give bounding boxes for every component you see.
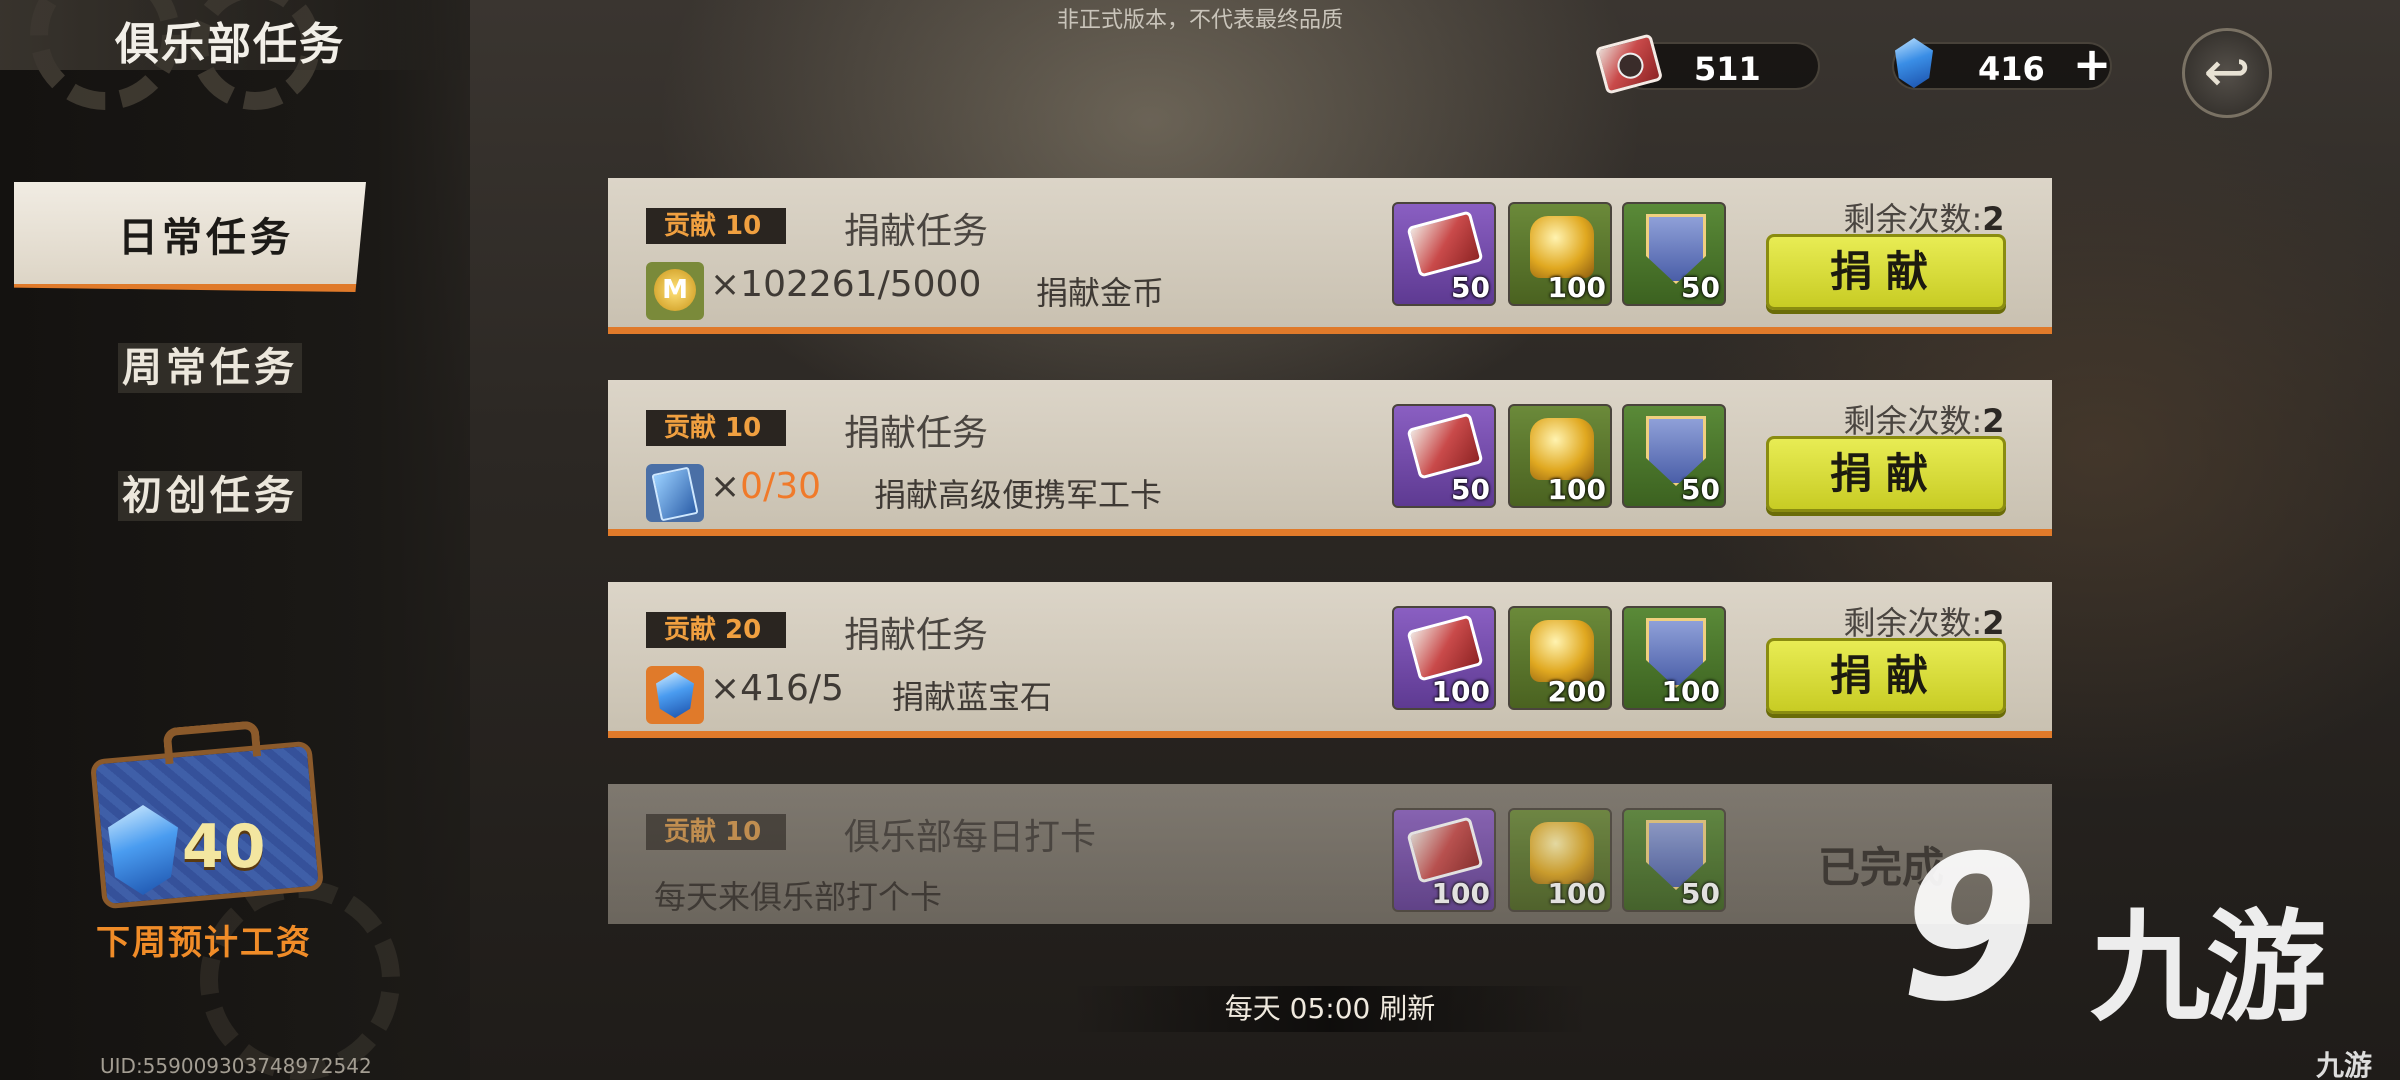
contribution-badge: 贡献 10 [646,410,786,446]
multiply-sign: × [710,264,741,305]
remaining-label: 剩余次数: [1843,604,1983,642]
gem-count: 416 [1978,50,2045,88]
page-title: 俱乐部任务 [115,19,345,70]
remaining-value: 2 [1982,604,2005,642]
task-card: 贡献 20 捐献任务 ×416/5 捐献蓝宝石 100 200 100 剩余次数… [608,582,2052,738]
watermark-small-text: 九游 [2316,1049,2373,1080]
task-card-completed: 贡献 10 俱乐部每日打卡 每天来俱乐部打个卡 100 100 50 已完成 [608,784,2052,924]
reward-amount: 50 [1681,271,1720,304]
reward-badge[interactable]: 50 [1622,808,1726,912]
reward-fist[interactable]: 100 [1508,808,1612,912]
task-name: 捐献任务 [844,615,989,656]
reward-fist[interactable]: 100 [1508,202,1612,306]
reward-badge[interactable]: 50 [1622,202,1726,306]
task-card: 贡献 10 捐献任务 ×0/30 捐献高级便携军工卡 50 100 50 剩余次… [608,380,2052,536]
reward-ticket[interactable]: 100 [1392,808,1496,912]
reward-amount: 100 [1431,675,1490,708]
ticket-icon [1406,816,1484,884]
reward-amount: 100 [1661,675,1720,708]
reward-badge[interactable]: 100 [1622,606,1726,710]
requirement-value: 416/5 [740,668,844,709]
ticket-icon [1406,210,1484,278]
golden-fist-icon [1530,822,1594,884]
task-name: 俱乐部每日打卡 [844,817,1097,858]
ticket-icon [1406,412,1484,480]
reward-amount: 100 [1547,271,1606,304]
reward-ticket[interactable]: 50 [1392,404,1496,508]
contribution-badge: 贡献 10 [646,208,786,244]
tab-initial[interactable]: 初创任务 [0,446,360,546]
reward-amount: 50 [1451,473,1490,506]
task-name: 捐献任务 [844,413,989,454]
salary-label: 下周预计工资 [96,923,312,963]
back-button[interactable]: ↩ [2182,28,2272,118]
reward-amount: 50 [1681,473,1720,506]
watermark-logo-icon: 9 [1879,813,2060,1046]
tab-weekly[interactable]: 周常任务 [0,318,360,418]
add-gems-button[interactable]: + [2070,41,2114,88]
ticket-icon [1406,614,1484,682]
golden-fist-icon [1530,620,1594,682]
gold-coin-icon [646,262,704,320]
reward-amount: 100 [1431,877,1490,910]
requirement-value: 102261/5000 [740,264,982,305]
remaining-value: 2 [1982,200,2005,238]
task-name: 捐献任务 [844,211,989,252]
build-notice: 非正式版本，不代表最终品质 [1056,8,1343,33]
watermark: 9 九游 [1880,813,2370,1060]
golden-fist-icon [1530,418,1594,480]
reward-fist[interactable]: 100 [1508,404,1612,508]
contribution-badge: 贡献 20 [646,612,786,648]
ticket-count: 511 [1694,50,1761,88]
reward-ticket[interactable]: 100 [1392,606,1496,710]
contribution-badge: 贡献 10 [646,814,786,850]
sapphire-icon [646,666,704,724]
reward-amount: 50 [1681,877,1720,910]
golden-fist-icon [1530,216,1594,278]
multiply-sign: × [710,668,741,709]
military-card-icon [646,464,704,522]
tab-daily[interactable]: 日常任务 [14,182,366,292]
reward-amount: 100 [1547,473,1606,506]
user-id: UID:559009303748972542 [100,1054,372,1078]
remaining-label: 剩余次数: [1843,402,1983,440]
requirement-description: 捐献高级便携军工卡 [874,476,1163,514]
requirement-value: 0/30 [740,466,822,507]
tab-weekly-label: 周常任务 [118,343,302,393]
donate-button[interactable]: 捐献 [1766,436,2006,512]
task-requirement: ×102261/5000 [710,264,981,305]
reward-badge[interactable]: 50 [1622,404,1726,508]
remaining-value: 2 [1982,402,2005,440]
reward-amount: 50 [1451,271,1490,304]
reward-amount: 200 [1547,675,1606,708]
task-requirement: ×416/5 [710,668,844,709]
requirement-description: 捐献蓝宝石 [892,678,1053,716]
task-card: 贡献 10 捐献任务 ×102261/5000 捐献金币 50 100 50 剩… [608,178,2052,334]
reward-fist[interactable]: 200 [1508,606,1612,710]
remaining-label: 剩余次数: [1843,200,1983,238]
reward-ticket[interactable]: 50 [1392,202,1496,306]
watermark-text: 九游 [2090,899,2326,1038]
salary-amount: 40 [182,812,266,882]
donate-button[interactable]: 捐献 [1766,638,2006,714]
tab-initial-label: 初创任务 [118,471,302,521]
refresh-notice: 每天 05:00 刷新 [1070,986,1590,1032]
multiply-sign: × [710,466,741,507]
donate-button[interactable]: 捐献 [1766,234,2006,310]
requirement-description: 捐献金币 [1036,274,1165,312]
task-description: 每天来俱乐部打个卡 [654,878,943,916]
reward-amount: 100 [1547,877,1606,910]
gear-decoration-icon [200,880,400,1080]
task-requirement: ×0/30 [710,466,821,507]
